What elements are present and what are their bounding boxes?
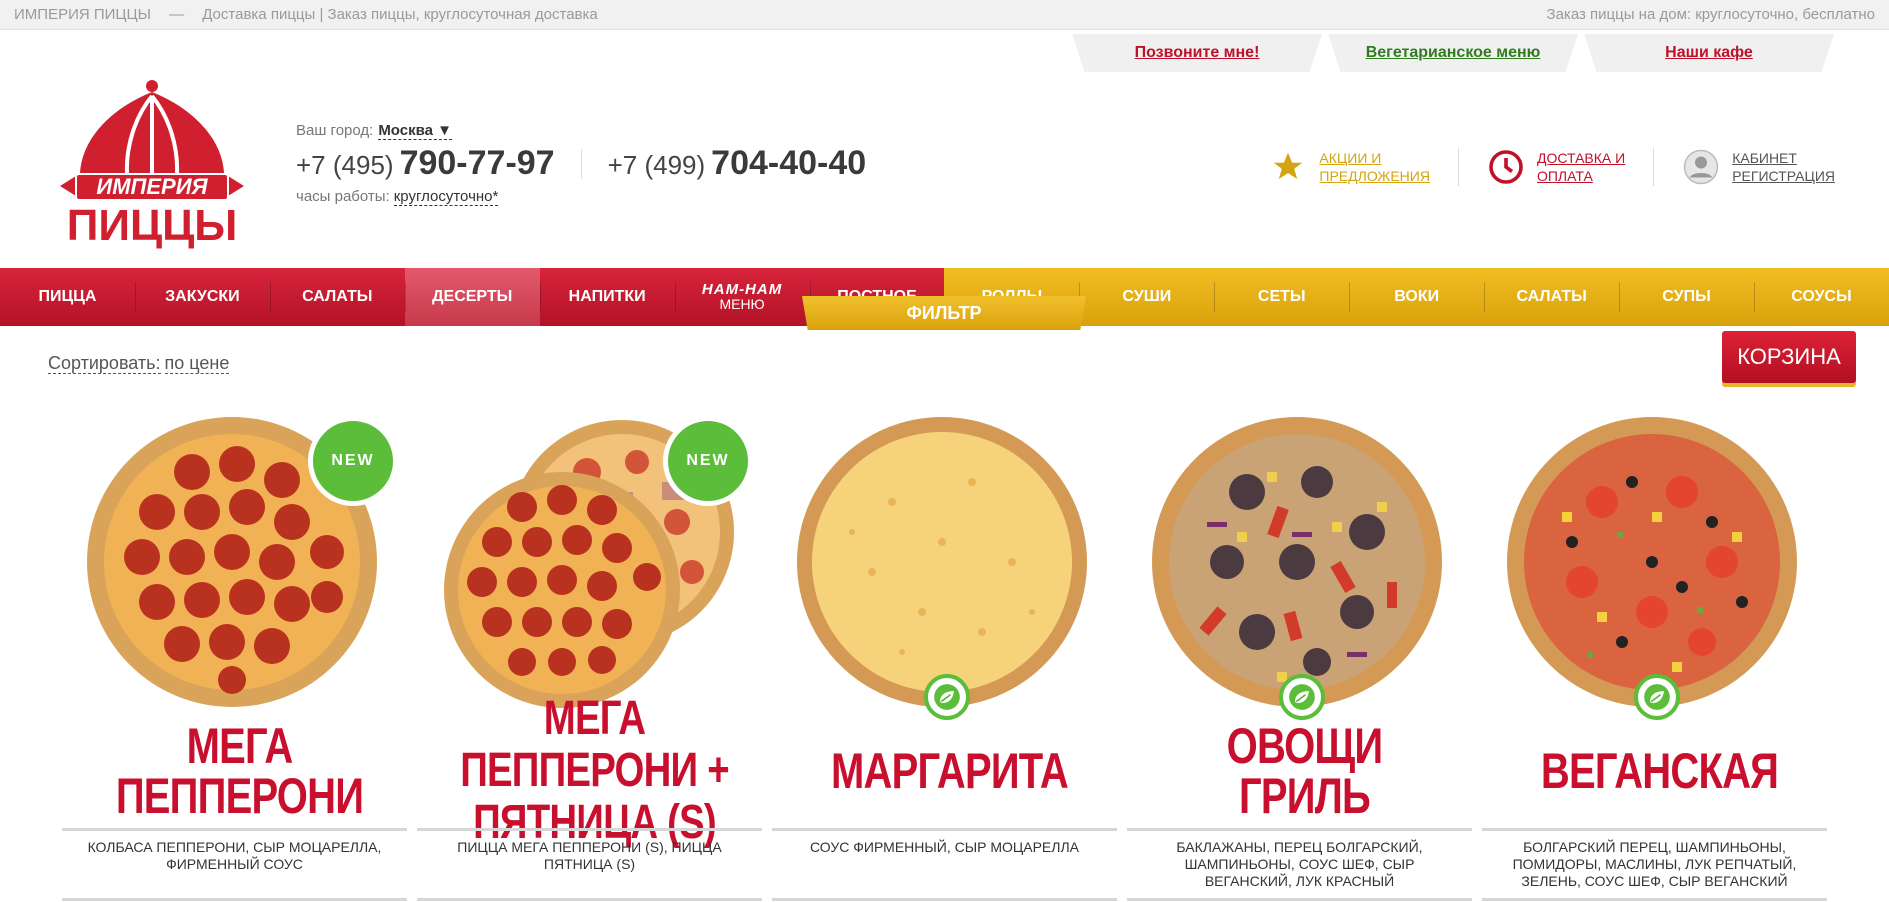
nav-salads[interactable]: САЛАТЫ: [269, 268, 405, 326]
pizza-image[interactable]: [792, 412, 1092, 712]
nav-salads-2[interactable]: САЛАТЫ: [1484, 268, 1620, 326]
product-name[interactable]: МЕГА ПЕППЕРОНИ + ПЯТНИЦА (S): [453, 693, 737, 849]
header: Позвоните мне! Вегетарианское меню Наши …: [0, 30, 1889, 326]
logo-line1: ИМПЕРИЯ: [96, 174, 208, 199]
phone-2-code: +7 (499): [607, 150, 706, 180]
divider: [772, 898, 1117, 901]
nav-sushi[interactable]: СУШИ: [1079, 268, 1215, 326]
sort-control: Сортировать: по цене: [44, 353, 230, 374]
header-tabs: Позвоните мне! Вегетарианское меню Наши …: [1072, 34, 1834, 72]
nav-woks[interactable]: ВОКИ: [1349, 268, 1485, 326]
new-badge: NEW: [663, 416, 753, 506]
call-me-tab[interactable]: Позвоните мне!: [1072, 34, 1322, 72]
product-card[interactable]: ОВОЩИ ГРИЛЬ БАКЛАЖАНЫ, ПЕРЕЦ БОЛГАРСКИЙ,…: [1127, 408, 1472, 902]
city-selector[interactable]: Ваш город: Москва ▼: [296, 122, 453, 140]
product-name[interactable]: МЕГА ПЕППЕРОНИ: [98, 712, 382, 830]
account-text: Кабинет регистрация: [1732, 150, 1835, 184]
sort-value[interactable]: по цене: [164, 353, 230, 374]
pizza-image[interactable]: [1147, 412, 1447, 712]
product-card[interactable]: NEW МЕГА ПЕППЕРОНИ КОЛБАСА ПЕППЕРОНИ, СЫ…: [62, 408, 407, 902]
user-icon: [1682, 148, 1720, 186]
nav-pizza[interactable]: ПИЦЦА: [0, 268, 135, 326]
logo-line2: ПИЦЦЫ: [67, 201, 238, 250]
product-description: ПИЦЦА МЕГА ПЕППЕРОНИ (S), ПИЦЦА ПЯТНИЦА …: [417, 828, 762, 873]
nav-snacks[interactable]: ЗАКУСКИ: [134, 268, 270, 326]
product-list: NEW МЕГА ПЕППЕРОНИ КОЛБАСА ПЕППЕРОНИ, СЫ…: [62, 408, 1827, 902]
our-cafes-tab[interactable]: Наши кафе: [1584, 34, 1834, 72]
site-logo[interactable]: ИМПЕРИЯ ПИЦЦЫ: [52, 78, 252, 253]
delivery-link[interactable]: Доставка и оплата: [1457, 148, 1653, 186]
account-link[interactable]: Кабинет регистрация: [1653, 148, 1863, 186]
product-card[interactable]: NEW МЕГА ПЕППЕРОНИ + ПЯТНИЦА (S) ПИЦЦА М…: [417, 408, 762, 902]
phone-2-number: 704-40-40: [711, 144, 867, 182]
top-bar: ИМПЕРИЯ ПИЦЦЫ — Доставка пиццы | Заказ п…: [0, 0, 1889, 30]
leaf-icon: [934, 684, 960, 710]
phones: +7 (495) 790-77-97 +7 (499) 704-40-40: [296, 144, 866, 183]
product-description: СОУС ФИРМЕННЫЙ, СЫР МОЦАРЕЛЛА: [772, 828, 1117, 856]
product-card[interactable]: ВЕГАНСКАЯ БОЛГАРСКИЙ ПЕРЕЦ, ШАМПИНЬОНЫ, …: [1482, 408, 1827, 902]
phone-1[interactable]: +7 (495) 790-77-97: [296, 144, 555, 183]
nav-sauces[interactable]: СОУСЫ: [1753, 268, 1889, 326]
phone-divider: [580, 148, 582, 179]
hours-value[interactable]: круглосуточно*: [393, 188, 499, 206]
nav-sets[interactable]: СЕТЫ: [1214, 268, 1350, 326]
product-name[interactable]: МАРГАРИТА: [808, 712, 1092, 830]
vegetarian-menu-tab[interactable]: Вегетарианское меню: [1328, 34, 1578, 72]
namnam-top: НАМ-НАМ: [701, 281, 783, 298]
brand-text: ИМПЕРИЯ ПИЦЦЫ: [14, 6, 151, 23]
hours-label: часы работы:: [296, 188, 390, 205]
divider: [1482, 898, 1827, 901]
pizza-image[interactable]: [1502, 412, 1802, 712]
nav-desserts[interactable]: ДЕСЕРТЫ: [404, 268, 540, 326]
new-badge: NEW: [308, 416, 398, 506]
topbar-right-text: Заказ пиццы на дом: круглосуточно, беспл…: [1546, 6, 1875, 23]
product-name[interactable]: ВЕГАНСКАЯ: [1518, 712, 1802, 830]
product-description: БАКЛАЖАНЫ, ПЕРЕЦ БОЛГАРСКИЙ, ШАМПИНЬОНЫ,…: [1127, 828, 1472, 890]
product-name[interactable]: ОВОЩИ ГРИЛЬ: [1163, 712, 1447, 830]
phone-2[interactable]: +7 (499) 704-40-40: [608, 144, 867, 183]
namnam-bottom: меню: [719, 296, 765, 312]
divider: [62, 898, 407, 901]
separator: —: [169, 6, 185, 23]
nav-soups[interactable]: СУПЫ: [1619, 268, 1754, 326]
nav-drinks[interactable]: НАПИТКИ: [539, 268, 675, 326]
quick-links: Акции и предложения Доставка и оплата Каби…: [1241, 148, 1863, 186]
promotions-link[interactable]: Акции и предложения: [1241, 148, 1458, 186]
city-value[interactable]: Москва ▼: [378, 122, 453, 140]
delivery-text: Доставка и оплата: [1536, 150, 1626, 184]
divider: [417, 898, 762, 901]
product-description: КОЛБАСА ПЕППЕРОНИ, СЫР МОЦАРЕЛЛА, ФИРМЕН…: [62, 828, 407, 873]
promotions-text: Акции и предложения: [1319, 150, 1430, 184]
star-icon: [1269, 148, 1307, 186]
tagline-text: Доставка пиццы | Заказ пиццы, круглосуто…: [202, 6, 598, 23]
city-label: Ваш город:: [296, 122, 374, 139]
cart-button[interactable]: КОРЗИНА: [1722, 331, 1856, 383]
product-card[interactable]: МАРГАРИТА СОУС ФИРМЕННЫЙ, СЫР МОЦАРЕЛЛА: [772, 408, 1117, 902]
leaf-icon: [1644, 684, 1670, 710]
product-description: БОЛГАРСКИЙ ПЕРЕЦ, ШАМПИНЬОНЫ, ПОМИДОРЫ, …: [1482, 828, 1827, 890]
clock-icon: [1487, 148, 1525, 186]
sort-label: Сортировать:: [48, 353, 161, 374]
phone-1-number: 790-77-97: [399, 144, 555, 182]
working-hours: часы работы: круглосуточно*: [296, 188, 499, 206]
divider: [1127, 898, 1472, 901]
phone-1-code: +7 (495): [296, 150, 394, 180]
nav-namnam-menu[interactable]: НАМ-НАМ меню: [674, 268, 810, 326]
filter-button[interactable]: ФИЛЬТР: [802, 296, 1086, 330]
leaf-icon: [1289, 684, 1315, 710]
site-tagline: ИМПЕРИЯ ПИЦЦЫ — Доставка пиццы | Заказ п…: [14, 6, 598, 23]
